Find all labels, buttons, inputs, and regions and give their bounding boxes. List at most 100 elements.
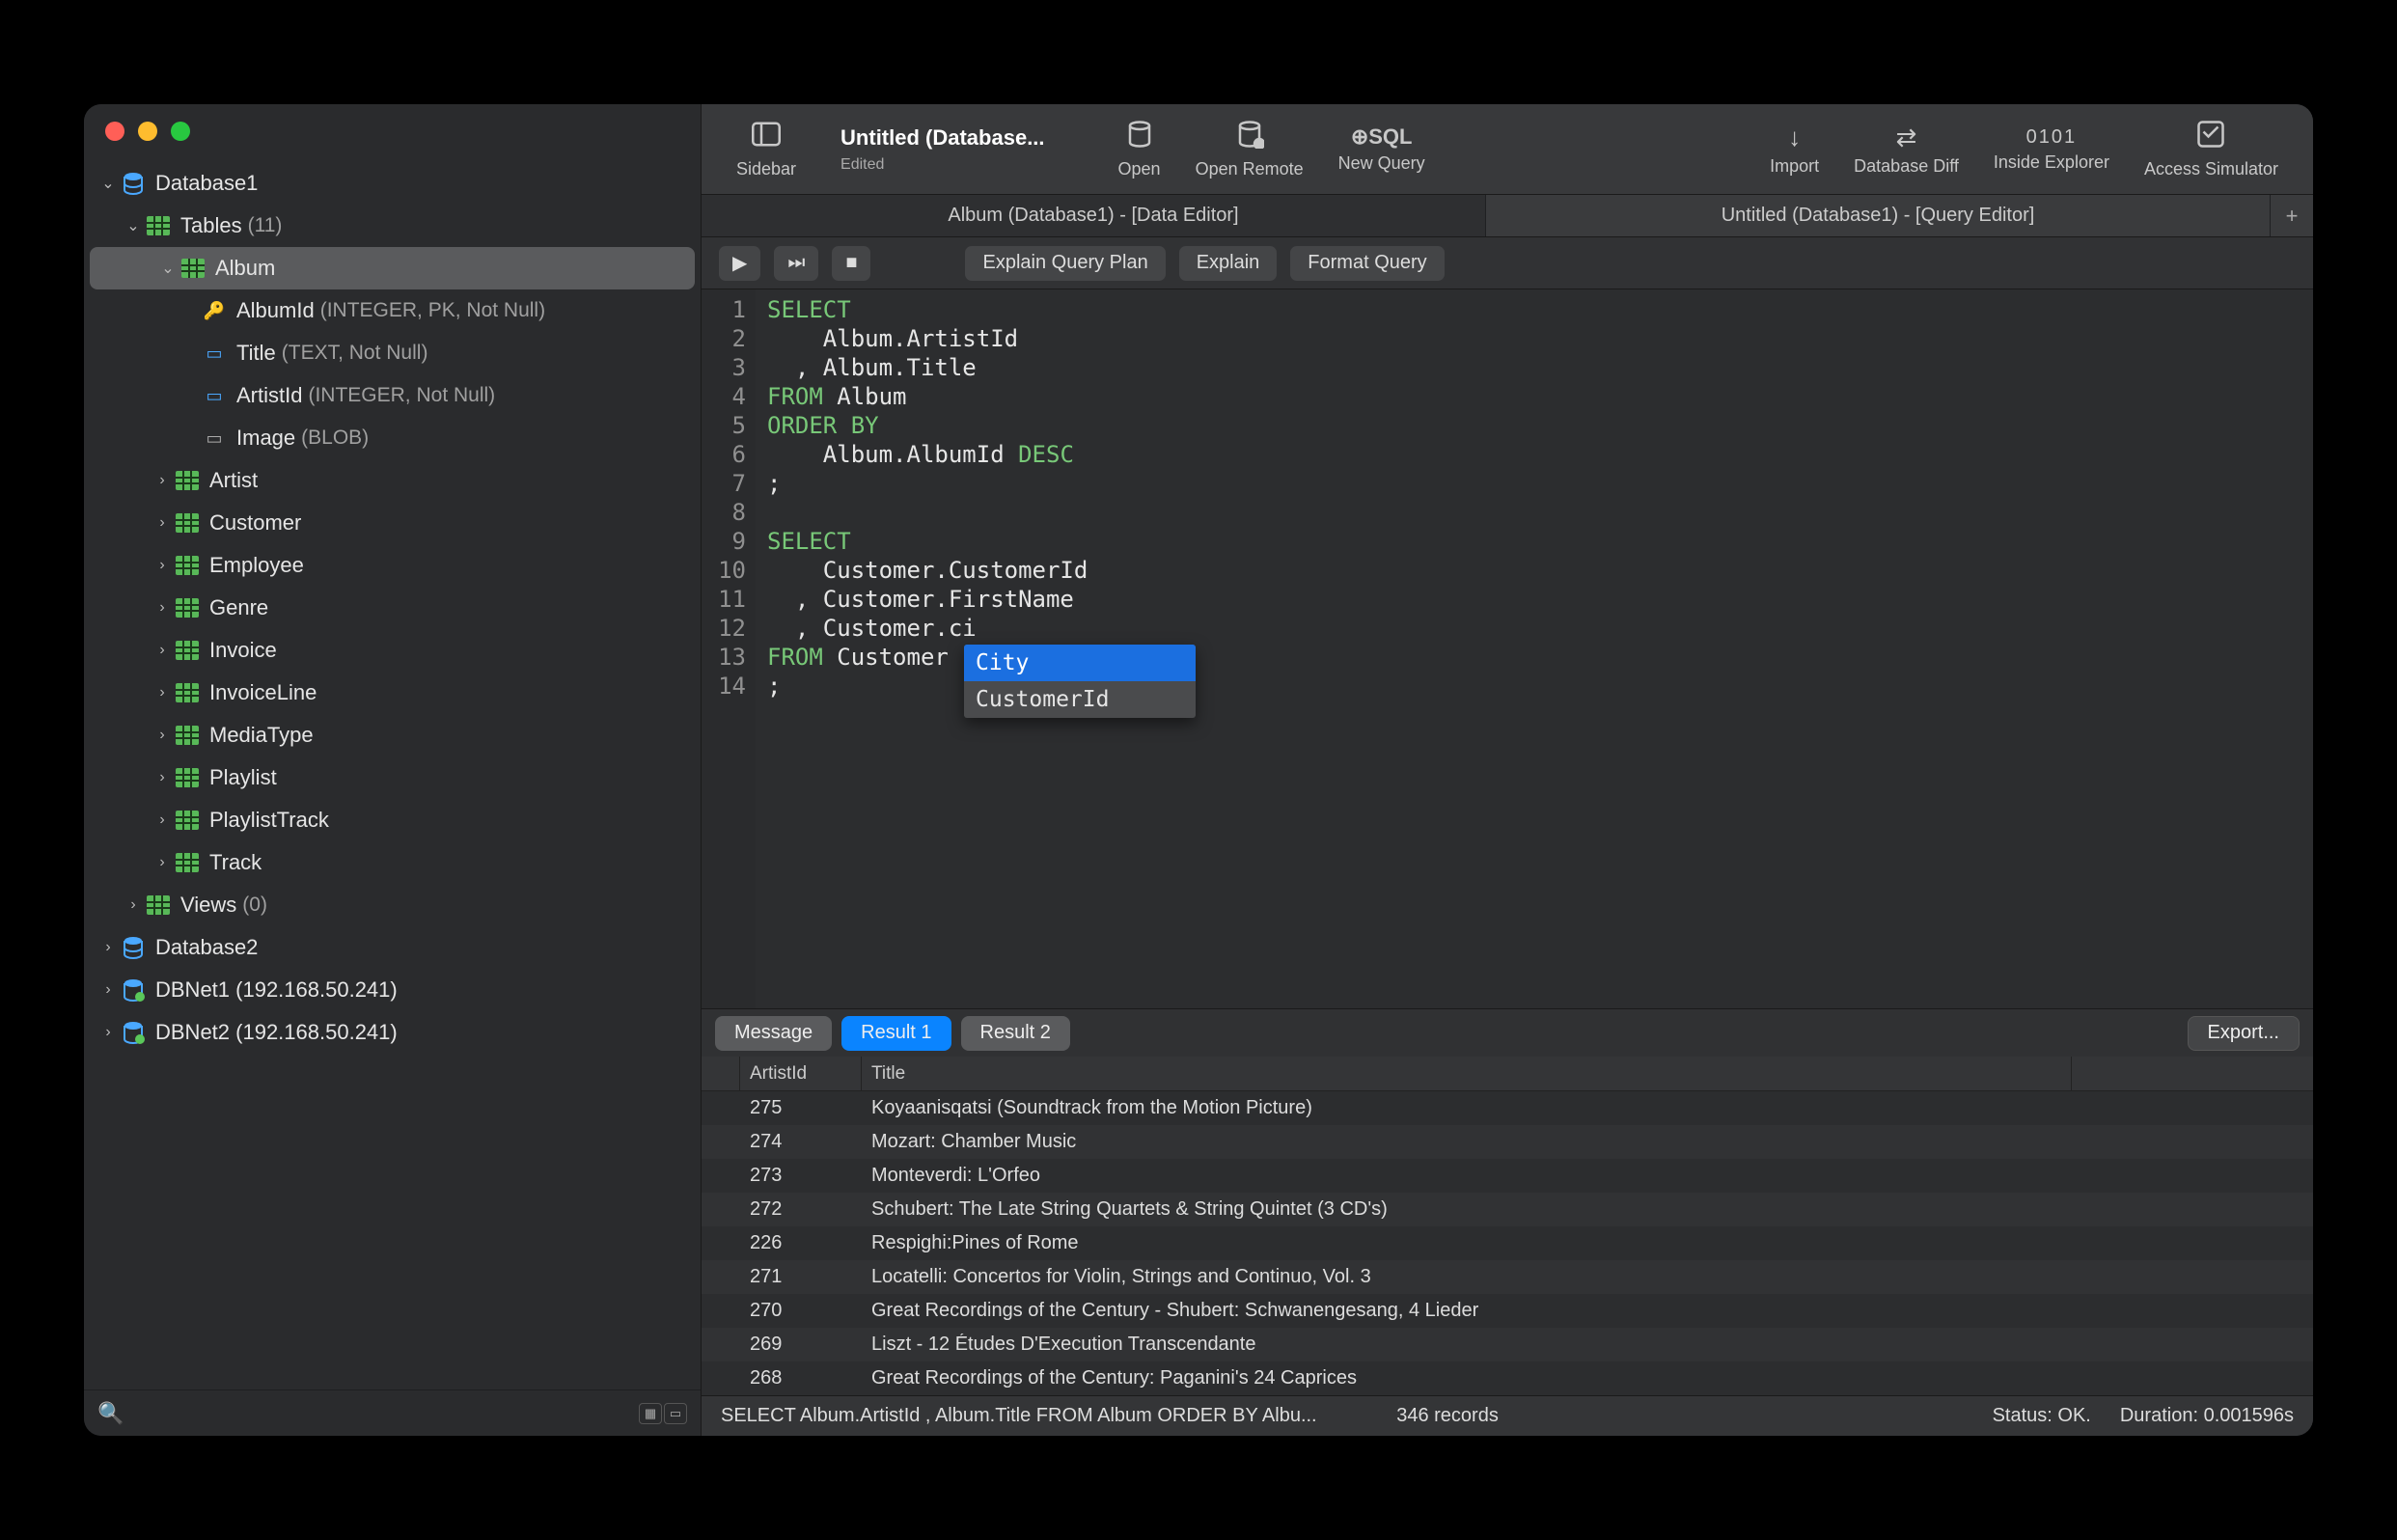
cell-artistid: 273 <box>740 1165 862 1187</box>
table-icon <box>175 808 200 833</box>
tree-column-albumid[interactable]: 🔑 AlbumId (INTEGER, PK, Not Null) <box>84 289 701 332</box>
tree-db-dbnet2[interactable]: › DBNet2 (192.168.50.241) <box>84 1011 701 1054</box>
cell-title: Schubert: The Late String Quartets & Str… <box>862 1198 2313 1221</box>
cell-artistid: 226 <box>740 1232 862 1254</box>
tree-column-image[interactable]: ▭ Image (BLOB) <box>84 417 701 459</box>
autocomplete-item[interactable]: City <box>964 645 1196 681</box>
close-window-button[interactable] <box>105 122 124 141</box>
column-icon: ▭ <box>202 341 227 366</box>
table-icon <box>175 850 200 875</box>
tree-table-album[interactable]: ⌄ Album <box>90 247 695 289</box>
fullscreen-window-button[interactable] <box>171 122 190 141</box>
table-icon <box>175 468 200 493</box>
table-row[interactable]: 226Respighi:Pines of Rome <box>702 1226 2313 1260</box>
explain-button[interactable]: Explain <box>1179 246 1278 281</box>
add-tab-button[interactable]: + <box>2271 195 2313 236</box>
tree-label: Title <box>236 341 276 366</box>
tree-label: Database1 <box>155 171 258 196</box>
chevron-right-icon: › <box>124 896 142 914</box>
table-row[interactable]: 271Locatelli: Concertos for Violin, Stri… <box>702 1260 2313 1294</box>
tree-column-title[interactable]: ▭ Title (TEXT, Not Null) <box>84 332 701 374</box>
open-remote-button[interactable]: Open Remote <box>1178 120 1321 179</box>
explain-plan-button[interactable]: Explain Query Plan <box>965 246 1165 281</box>
col-title[interactable]: Title <box>862 1057 2072 1090</box>
access-simulator-button[interactable]: Access Simulator <box>2127 120 2296 179</box>
new-query-button[interactable]: ⊕SQL New Query <box>1321 124 1443 174</box>
tree-label: PlaylistTrack <box>209 808 329 833</box>
format-query-button[interactable]: Format Query <box>1290 246 1444 281</box>
sidebar-search[interactable]: 🔍 <box>97 1401 629 1426</box>
tree-count: (11) <box>248 214 283 237</box>
table-row[interactable]: 274Mozart: Chamber Music <box>702 1125 2313 1159</box>
table-row[interactable]: 273Monteverdi: L'Orfeo <box>702 1159 2313 1193</box>
chevron-down-icon: ⌄ <box>99 174 117 193</box>
search-icon: 🔍 <box>97 1401 124 1426</box>
run-query-button[interactable]: ▶ <box>719 246 760 281</box>
tree-table-invoice[interactable]: ›Invoice <box>84 629 701 672</box>
sql-editor[interactable]: 1234567891011121314 SELECT Album.ArtistI… <box>702 289 2313 1008</box>
import-button[interactable]: ↓ Import <box>1752 123 1836 177</box>
cell-artistid: 274 <box>740 1131 862 1153</box>
layout-toggle-1[interactable]: ▦ <box>639 1403 662 1424</box>
results-seg-message[interactable]: Message <box>715 1016 832 1051</box>
tree-table-playlist[interactable]: ›Playlist <box>84 756 701 799</box>
tree-table-genre[interactable]: ›Genre <box>84 587 701 629</box>
results-tabs: Message Result 1 Result 2 Export... <box>702 1008 2313 1057</box>
cell-title: Respighi:Pines of Rome <box>862 1232 2313 1254</box>
minimize-window-button[interactable] <box>138 122 157 141</box>
tab-query-editor[interactable]: Untitled (Database1) - [Query Editor] <box>1486 195 2271 236</box>
export-button[interactable]: Export... <box>2188 1016 2300 1051</box>
tree-table-track[interactable]: ›Track <box>84 841 701 884</box>
toggle-sidebar-button[interactable]: Sidebar <box>719 120 813 179</box>
table-row[interactable]: 268Great Recordings of the Century: Paga… <box>702 1361 2313 1395</box>
tree-folder-views[interactable]: › Views (0) <box>84 884 701 926</box>
tree-label: Customer <box>209 510 301 536</box>
autocomplete-item[interactable]: CustomerId <box>964 681 1196 718</box>
inside-explorer-button[interactable]: 0101 Inside Explorer <box>1976 126 2127 173</box>
table-row[interactable]: 270Great Recordings of the Century - Shu… <box>702 1294 2313 1328</box>
autocomplete-popup[interactable]: City CustomerId <box>964 645 1196 718</box>
tab-data-editor[interactable]: Album (Database1) - [Data Editor] <box>702 195 1486 236</box>
results-seg-result1[interactable]: Result 1 <box>841 1016 951 1051</box>
tree-table-invoiceline[interactable]: ›InvoiceLine <box>84 672 701 714</box>
tree-label: Views <box>180 893 236 918</box>
tree-column-artistid[interactable]: ▭ ArtistId (INTEGER, Not Null) <box>84 374 701 417</box>
cell-title: Liszt - 12 Études D'Execution Transcenda… <box>862 1334 2313 1356</box>
table-row[interactable]: 269Liszt - 12 Études D'Execution Transce… <box>702 1328 2313 1361</box>
chevron-right-icon: › <box>153 854 171 871</box>
table-icon <box>175 510 200 536</box>
window-subtitle: Edited <box>840 156 884 174</box>
window-title-block: Untitled (Database... Edited <box>823 125 1061 174</box>
table-row[interactable]: 272Schubert: The Late String Quartets & … <box>702 1193 2313 1226</box>
tree-col-meta: (INTEGER, Not Null) <box>308 384 495 407</box>
tree-folder-tables[interactable]: ⌄ Tables (11) <box>84 205 701 247</box>
tree-db-dbnet1[interactable]: › DBNet1 (192.168.50.241) <box>84 969 701 1011</box>
stop-query-button[interactable]: ■ <box>832 246 870 281</box>
layout-toggle-2[interactable]: ▭ <box>664 1403 687 1424</box>
database-icon <box>121 935 146 960</box>
results-seg-result2[interactable]: Result 2 <box>961 1016 1070 1051</box>
database-icon <box>121 171 146 196</box>
tree-label: Genre <box>209 595 268 620</box>
table-icon <box>175 680 200 705</box>
tree-label: Invoice <box>209 638 277 663</box>
sidebar-icon <box>752 120 781 155</box>
tree-db-database2[interactable]: › Database2 <box>84 926 701 969</box>
cell-artistid: 268 <box>740 1367 862 1389</box>
tree-table-mediatype[interactable]: ›MediaType <box>84 714 701 756</box>
tree-table-customer[interactable]: ›Customer <box>84 502 701 544</box>
tree-table-artist[interactable]: ›Artist <box>84 459 701 502</box>
results-body: 275Koyaanisqatsi (Soundtrack from the Mo… <box>702 1091 2313 1395</box>
tree-label: InvoiceLine <box>209 680 317 705</box>
table-row[interactable]: 275Koyaanisqatsi (Soundtrack from the Mo… <box>702 1091 2313 1125</box>
chevron-right-icon: › <box>153 769 171 786</box>
tree-table-employee[interactable]: ›Employee <box>84 544 701 587</box>
tree-table-playlisttrack[interactable]: ›PlaylistTrack <box>84 799 701 841</box>
tree-db-database1[interactable]: ⌄ Database1 <box>84 162 701 205</box>
database-diff-button[interactable]: ⇄ Database Diff <box>1836 123 1976 177</box>
open-button[interactable]: Open <box>1101 120 1178 179</box>
step-query-button[interactable]: ⏭ <box>774 246 818 281</box>
binary-icon: 0101 <box>2026 126 2078 149</box>
toolbar-label: Import <box>1770 156 1819 177</box>
col-artistid[interactable]: ArtistId <box>740 1057 862 1090</box>
